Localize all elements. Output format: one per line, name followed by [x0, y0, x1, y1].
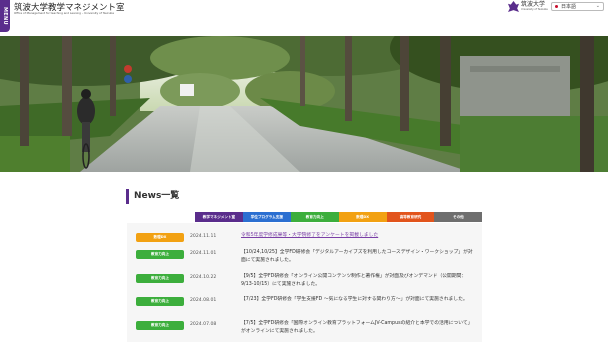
menu-tab-button[interactable]: MENU — [0, 0, 10, 32]
news-title-link[interactable]: 【10/24,10/25】全学FD研修会「デジタルアーカイブズを利用したコースデ… — [241, 249, 477, 265]
news-date: 2024.11.11 — [190, 234, 217, 239]
university-emblem-icon — [508, 1, 519, 12]
news-heading: News一覧 — [126, 189, 179, 204]
news-date: 2024.11.01 — [190, 251, 217, 256]
news-date: 2024.10.22 — [190, 275, 217, 280]
university-logo[interactable]: 筑波大学 University of Tsukuba — [508, 1, 548, 12]
site-subtitle: Office of Management for teaching and Le… — [14, 11, 114, 15]
tab-degree-program-support[interactable]: 学位プログラム支援 — [242, 212, 291, 222]
language-value: 日本語 — [561, 4, 577, 10]
news-list: 数理DX 2024.11.11 令和5年度学修成果等・大学院修了をアンケートを掲… — [127, 223, 482, 342]
tab-teaching-management[interactable]: 教学マネジメント室 — [195, 212, 243, 222]
news-title-link[interactable]: 令和5年度学修成果等・大学院修了をアンケートを掲載しました — [241, 232, 477, 240]
tab-teaching-improvement[interactable]: 教育力向上 — [290, 212, 339, 222]
hero-image — [0, 36, 608, 172]
category-badge: 教育力向上 — [136, 297, 184, 306]
university-name-en: University of Tsukuba — [521, 8, 548, 11]
campus-path-photo — [0, 36, 608, 172]
chevron-down-icon: ⌄ — [595, 3, 600, 9]
category-badge: 教育力向上 — [136, 274, 184, 283]
language-select[interactable]: 日本語 ⌄ — [551, 2, 604, 11]
category-badge: 教育力向上 — [136, 321, 184, 330]
menu-tab-label: MENU — [2, 7, 8, 25]
tab-other[interactable]: その他 — [434, 212, 483, 222]
tab-math-dx[interactable]: 数理DX — [338, 212, 387, 222]
news-title-link[interactable]: 【7/5】全学FD研修会「国際オンライン教育プラットフォームJV-Campusの… — [241, 320, 477, 336]
tab-higher-education-research[interactable]: 高等教育研究 — [386, 212, 435, 222]
news-title-link[interactable]: 【7/23】全学FD研修会「学生支援FD ～気になる学生に対する関わり方～」が対… — [241, 296, 477, 304]
news-category-tabs: 教学マネジメント室 学位プログラム支援 教育力向上 数理DX 高等教育研究 その… — [195, 212, 483, 222]
news-date: 2024.08.01 — [190, 298, 217, 303]
category-badge: 数理DX — [136, 233, 184, 242]
site-header: 筑波大学教学マネジメント室 Office of Management for t… — [0, 0, 608, 16]
news-title-link[interactable]: 【9/5】全学FD研修会「オンライン公開コンテンツ制作と著作権」が対面及びオンデ… — [241, 273, 477, 289]
category-badge: 教育力向上 — [136, 250, 184, 259]
news-date: 2024.07.08 — [190, 322, 217, 327]
japan-flag-icon — [555, 5, 558, 8]
